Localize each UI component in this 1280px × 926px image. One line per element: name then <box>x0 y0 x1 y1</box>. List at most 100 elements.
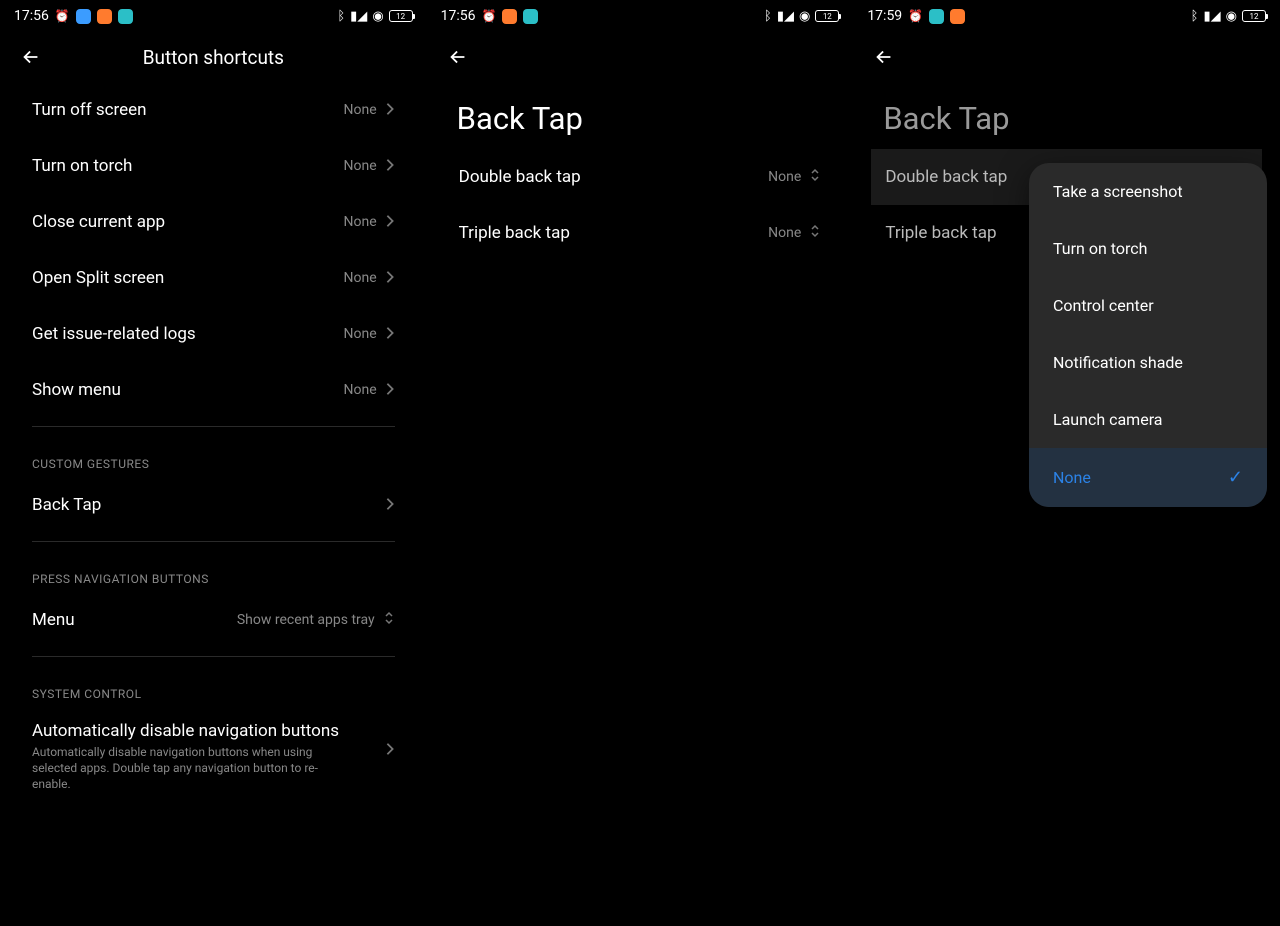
popup-option-control-center[interactable]: Control center <box>1029 277 1267 334</box>
back-button[interactable] <box>445 44 471 70</box>
battery-icon: 12 <box>389 10 413 22</box>
alarm-icon <box>55 9 70 24</box>
status-bar: 17:56 ▮◢ ◉ 12 <box>427 0 854 32</box>
status-time: 17:59 <box>867 8 902 24</box>
chevron-right-icon <box>385 101 395 120</box>
row-close-current-app[interactable]: Close current app None <box>18 194 409 250</box>
option-label: Notification shade <box>1053 353 1183 372</box>
row-label: Menu <box>32 610 75 630</box>
option-label: Launch camera <box>1053 410 1163 429</box>
chevron-right-icon <box>385 269 395 288</box>
status-right: ▮◢ ◉ 12 <box>764 9 839 24</box>
row-value: None <box>344 326 377 342</box>
row-show-menu[interactable]: Show menu None <box>18 362 409 418</box>
row-turn-on-torch[interactable]: Turn on torch None <box>18 138 409 194</box>
popup-option-notification-shade[interactable]: Notification shade <box>1029 334 1267 391</box>
alarm-icon <box>908 9 923 24</box>
row-label: Get issue-related logs <box>32 324 196 344</box>
popup-option-launch-camera[interactable]: Launch camera <box>1029 391 1267 448</box>
section-system-control: SYSTEM CONTROL <box>18 665 409 707</box>
app-icon-2 <box>97 9 112 24</box>
section-press-nav: PRESS NAVIGATION BUTTONS <box>18 550 409 592</box>
screen-button-shortcuts: 17:56 ▮◢ ◉ 12 Button shortcuts Turn off … <box>0 0 427 926</box>
chevron-right-icon <box>385 213 395 232</box>
app-icon-2 <box>950 9 965 24</box>
row-value: None <box>344 102 377 118</box>
status-right: ▮◢ ◉ 12 <box>1191 9 1266 24</box>
row-subtitle: Automatically disable navigation buttons… <box>32 744 332 793</box>
content: Double back tap None Triple back tap Non… <box>427 149 854 261</box>
row-turn-off-screen[interactable]: Turn off screen None <box>18 82 409 138</box>
chevron-right-icon <box>385 157 395 176</box>
back-button[interactable] <box>18 44 44 70</box>
row-label: Turn off screen <box>32 100 147 120</box>
row-auto-disable-nav[interactable]: Automatically disable navigation buttons… <box>18 707 409 807</box>
updown-icon <box>809 167 821 187</box>
updown-icon <box>809 223 821 243</box>
chevron-right-icon <box>385 381 395 400</box>
row-open-split-screen[interactable]: Open Split screen None <box>18 250 409 306</box>
row-value: None <box>344 214 377 230</box>
row-value: None <box>344 270 377 286</box>
page-title: Back Tap <box>853 82 1280 149</box>
app-icon-1 <box>929 9 944 24</box>
bluetooth-icon <box>764 9 772 24</box>
popup-option-torch[interactable]: Turn on torch <box>1029 220 1267 277</box>
signal-icon: ▮◢ <box>350 9 367 24</box>
back-button[interactable] <box>871 44 897 70</box>
bluetooth-icon <box>1191 9 1199 24</box>
row-label: Triple back tap <box>459 223 570 243</box>
page-title: Button shortcuts <box>44 46 383 69</box>
popup-option-none[interactable]: None ✓ <box>1029 448 1267 507</box>
row-label: Double back tap <box>459 167 581 187</box>
signal-icon: ▮◢ <box>777 9 794 24</box>
battery-icon: 12 <box>815 10 839 22</box>
chevron-right-icon <box>385 496 395 515</box>
row-back-tap[interactable]: Back Tap <box>18 477 409 533</box>
row-double-back-tap[interactable]: Double back tap None <box>445 149 836 205</box>
signal-icon: ▮◢ <box>1203 9 1220 24</box>
app-icon-2 <box>523 9 538 24</box>
option-label: None <box>1053 468 1091 487</box>
battery-icon: 12 <box>1242 10 1266 22</box>
row-label: Show menu <box>32 380 121 400</box>
chevron-right-icon <box>385 741 395 760</box>
status-left: 17:56 <box>441 8 539 24</box>
header: Button shortcuts <box>0 32 427 82</box>
status-time: 17:56 <box>14 8 49 24</box>
status-time: 17:56 <box>441 8 476 24</box>
page-title: Back Tap <box>427 82 854 149</box>
row-get-logs[interactable]: Get issue-related logs None <box>18 306 409 362</box>
screen-back-tap-popup: 17:59 ▮◢ ◉ 12 Back Tap Double back tap T… <box>853 0 1280 926</box>
status-left: 17:59 <box>867 8 965 24</box>
row-label: Close current app <box>32 212 165 232</box>
wifi-icon: ◉ <box>372 9 383 24</box>
row-value: None <box>344 382 377 398</box>
screen-back-tap: 17:56 ▮◢ ◉ 12 Back Tap Double back tap N… <box>427 0 854 926</box>
option-label: Turn on torch <box>1053 239 1147 258</box>
row-value: None <box>768 169 801 185</box>
header <box>853 32 1280 82</box>
section-custom-gestures: CUSTOM GESTURES <box>18 435 409 477</box>
row-label: Double back tap <box>885 167 1007 187</box>
row-menu[interactable]: Menu Show recent apps tray <box>18 592 409 648</box>
chevron-right-icon <box>385 325 395 344</box>
row-value: Show recent apps tray <box>237 612 375 628</box>
status-right: ▮◢ ◉ 12 <box>337 9 412 24</box>
divider <box>32 426 395 427</box>
row-label: Automatically disable navigation buttons <box>32 721 339 741</box>
row-label: Back Tap <box>32 495 101 515</box>
option-label: Control center <box>1053 296 1154 315</box>
wifi-icon: ◉ <box>1226 9 1237 24</box>
row-value: None <box>344 158 377 174</box>
row-triple-back-tap[interactable]: Triple back tap None <box>445 205 836 261</box>
status-bar: 17:56 ▮◢ ◉ 12 <box>0 0 427 32</box>
status-bar: 17:59 ▮◢ ◉ 12 <box>853 0 1280 32</box>
app-icon-1 <box>76 9 91 24</box>
updown-icon <box>383 610 395 630</box>
row-label: Turn on torch <box>32 156 132 176</box>
divider <box>32 541 395 542</box>
divider <box>32 656 395 657</box>
popup-option-screenshot[interactable]: Take a screenshot <box>1029 163 1267 220</box>
content: Turn off screen None Turn on torch None … <box>0 82 427 807</box>
